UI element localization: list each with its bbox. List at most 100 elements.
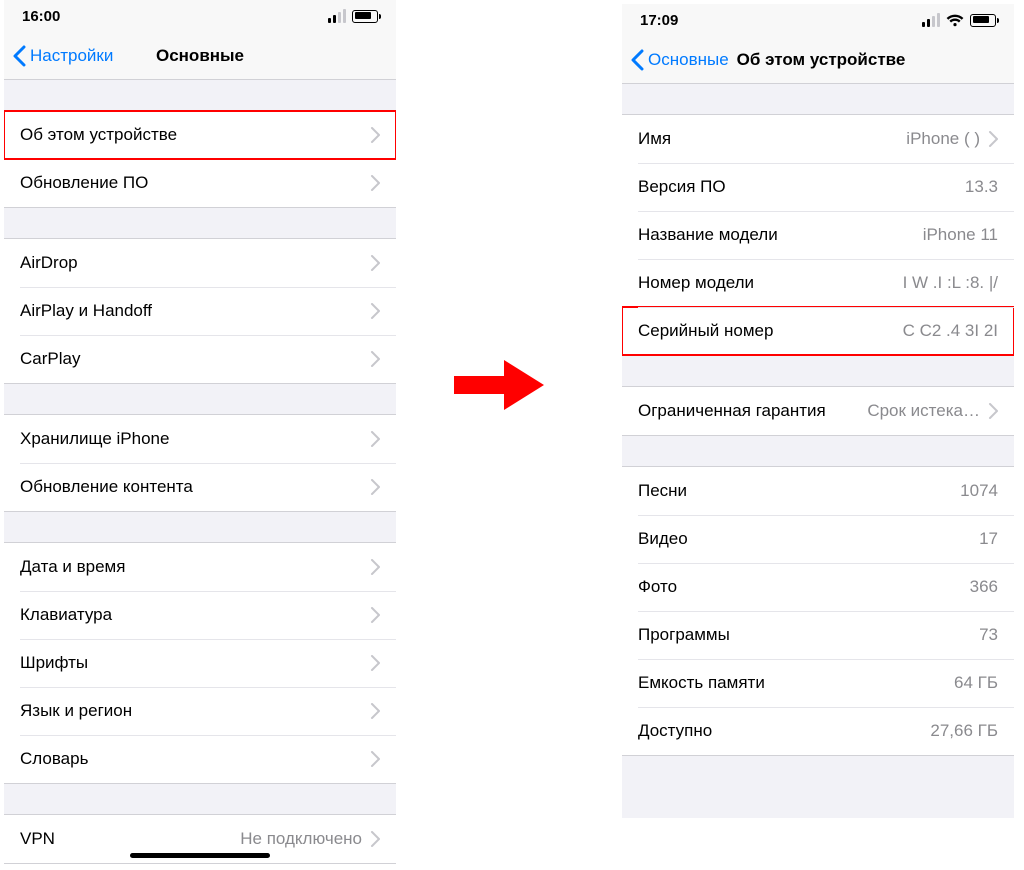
row-value: 1074 — [960, 481, 998, 501]
row-value: C C2 .4 3I 2I — [903, 321, 998, 341]
row-label: Серийный номер — [638, 321, 895, 341]
settings-row[interactable]: Обновление ПО — [4, 159, 396, 207]
row-value: 13.3 — [965, 177, 998, 197]
settings-row[interactable]: AirPlay и Handoff — [4, 287, 396, 335]
row-label: Имя — [638, 129, 898, 149]
settings-row[interactable]: Серийный номер C C2 .4 3I 2I — [622, 307, 1014, 355]
chevron-right-icon — [370, 751, 380, 767]
nav-bar: Настройки Основные — [4, 32, 396, 80]
page-title: Об этом устройстве — [737, 50, 906, 70]
settings-list: Об этом устройствеОбновление ПО AirDropA… — [4, 80, 396, 864]
status-icons — [328, 9, 378, 23]
chevron-left-icon — [12, 45, 26, 67]
back-label: Основные — [648, 50, 729, 70]
group-airdrop: AirDrop AirPlay и Handoff CarPlay — [4, 238, 396, 384]
status-time: 16:00 — [22, 8, 60, 25]
back-button[interactable]: Настройки — [12, 45, 113, 67]
row-label: Словарь — [20, 749, 362, 769]
phone-screen-general: 16:00 Настройки Основные Об этом устройс… — [4, 0, 396, 864]
signal-icon — [922, 13, 940, 27]
settings-row[interactable]: Доступно27,66 ГБ — [622, 707, 1014, 755]
group-storage: Хранилище iPhone Обновление контента — [4, 414, 396, 512]
row-label: Обновление контента — [20, 477, 362, 497]
row-value: iPhone ( ) — [906, 129, 980, 149]
row-label: Емкость памяти — [638, 673, 946, 693]
home-indicator — [130, 853, 270, 858]
settings-row[interactable]: Программы73 — [622, 611, 1014, 659]
battery-icon — [970, 14, 996, 27]
row-value: Срок истека… — [867, 401, 980, 421]
settings-row[interactable]: Словарь — [4, 735, 396, 783]
row-label: Об этом устройстве — [20, 125, 362, 145]
arrow-icon — [454, 356, 544, 414]
settings-row[interactable]: Обновление контента — [4, 463, 396, 511]
chevron-right-icon — [370, 255, 380, 271]
row-label: Ограниченная гарантия — [638, 401, 859, 421]
status-icons — [922, 13, 996, 27]
settings-row[interactable]: Имя iPhone ( ) — [622, 115, 1014, 163]
settings-row[interactable]: AirDrop — [4, 239, 396, 287]
settings-row[interactable]: Язык и регион — [4, 687, 396, 735]
settings-row[interactable]: Дата и время — [4, 543, 396, 591]
settings-row[interactable]: Песни 1074 — [622, 467, 1014, 515]
group-device-info: Имя iPhone ( ) Версия ПО 13.3 Название модел… — [622, 114, 1014, 356]
row-label: Фото — [638, 577, 962, 597]
back-button[interactable]: Основные — [630, 49, 729, 71]
chevron-right-icon — [370, 351, 380, 367]
row-label: Дата и время — [20, 557, 362, 577]
row-value: iPhone 11 — [923, 225, 998, 245]
row-label: Песни — [638, 481, 952, 501]
status-time: 17:09 — [640, 12, 678, 29]
row-label: Версия ПО — [638, 177, 957, 197]
chevron-right-icon — [370, 303, 380, 319]
back-label: Настройки — [30, 46, 113, 66]
settings-row[interactable]: Видео 17 — [622, 515, 1014, 563]
row-label: VPN — [20, 829, 232, 849]
about-list: Имя iPhone ( ) Версия ПО 13.3 Название модел… — [622, 84, 1014, 818]
battery-icon — [352, 10, 378, 23]
row-label: AirDrop — [20, 253, 362, 273]
settings-row[interactable]: Об этом устройстве — [4, 111, 396, 159]
settings-row[interactable]: Версия ПО 13.3 — [622, 163, 1014, 211]
settings-row[interactable]: Фото366 — [622, 563, 1014, 611]
row-value: 27,66 ГБ — [930, 721, 998, 741]
settings-row[interactable]: Название модели iPhone 11 — [622, 211, 1014, 259]
row-label: Шрифты — [20, 653, 362, 673]
settings-row[interactable]: Клавиатура — [4, 591, 396, 639]
settings-row[interactable]: Емкость памяти 64 ГБ — [622, 659, 1014, 707]
chevron-right-icon — [370, 175, 380, 191]
phone-screen-about: 17:09 Основные Об этом устройстве ИмяiPh… — [622, 4, 1014, 818]
row-value: 17 — [979, 529, 998, 549]
chevron-right-icon — [370, 703, 380, 719]
row-value: 64 ГБ — [954, 673, 998, 693]
row-value: 73 — [979, 625, 998, 645]
settings-row[interactable]: Хранилище iPhone — [4, 415, 396, 463]
settings-row[interactable]: Шрифты — [4, 639, 396, 687]
nav-bar: Основные Об этом устройстве — [622, 36, 1014, 84]
row-label: AirPlay и Handoff — [20, 301, 362, 321]
chevron-right-icon — [370, 431, 380, 447]
row-label: Название модели — [638, 225, 915, 245]
row-label: CarPlay — [20, 349, 362, 369]
chevron-right-icon — [370, 127, 380, 143]
chevron-right-icon — [370, 607, 380, 623]
group-locale: Дата и время Клавиатура Шрифты Язык и регио… — [4, 542, 396, 784]
status-bar: 16:00 — [4, 0, 396, 32]
settings-row[interactable]: Номер моделиI W .I :L :8. |/ — [622, 259, 1014, 307]
settings-row[interactable]: Ограниченная гарантия Срок истека… — [622, 387, 1014, 435]
chevron-right-icon — [370, 559, 380, 575]
row-label: Язык и регион — [20, 701, 362, 721]
row-value: I W .I :L :8. |/ — [903, 273, 998, 293]
chevron-right-icon — [988, 131, 998, 147]
settings-row[interactable]: CarPlay — [4, 335, 396, 383]
row-label: Видео — [638, 529, 971, 549]
group-media-stats: Песни1074Видео17Фото366Программы73Емкост… — [622, 466, 1014, 756]
status-bar: 17:09 — [622, 4, 1014, 36]
group-about: Об этом устройстве Обновление ПО — [4, 110, 396, 208]
group-warranty: Ограниченная гарантия Срок истека… — [622, 386, 1014, 436]
chevron-left-icon — [630, 49, 644, 71]
row-label: Хранилище iPhone — [20, 429, 362, 449]
chevron-right-icon — [370, 655, 380, 671]
row-label: Клавиатура — [20, 605, 362, 625]
signal-icon — [328, 9, 346, 23]
